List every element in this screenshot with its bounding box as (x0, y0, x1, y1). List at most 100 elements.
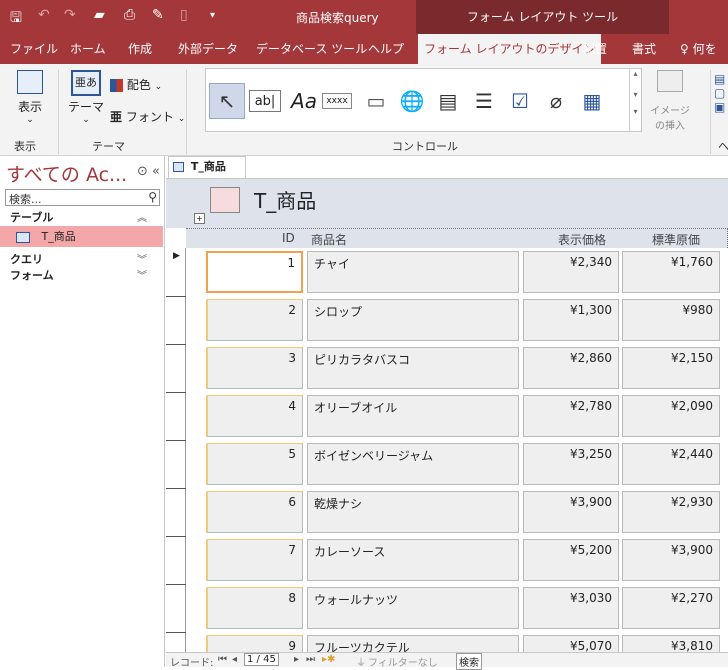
first-record-icon[interactable]: ⏮ (218, 654, 227, 665)
gallery-scrollbar[interactable]: ▴ ▾ ▾ (629, 69, 641, 131)
combo-box-icon[interactable]: ▦ (574, 83, 610, 119)
price-cell[interactable]: ¥5,200 (523, 539, 619, 581)
save-as-icon[interactable]: ▯ (180, 7, 188, 23)
name-cell[interactable]: ボイゼンベリージャム (307, 443, 519, 485)
cost-cell[interactable]: ¥2,930 (622, 491, 720, 533)
redo-icon[interactable]: ↷ (64, 7, 76, 23)
price-cell[interactable]: ¥2,780 (523, 395, 619, 437)
save-icon[interactable]: 🖫 (10, 7, 22, 31)
tell-me-search[interactable]: ♀ 何を (680, 34, 717, 64)
name-cell[interactable]: チャイ (307, 251, 519, 293)
tab-arrange[interactable]: 配置 (583, 34, 607, 64)
image-insert-button[interactable]: イメージ の挿入 (648, 70, 692, 132)
color-button[interactable]: 配色 ⌄ (110, 76, 162, 93)
new-record-icon[interactable]: ▸✱ (322, 654, 335, 665)
cost-cell[interactable]: ¥980 (622, 299, 720, 341)
price-cell[interactable]: ¥5,070 (523, 635, 619, 653)
column-header-price[interactable]: 表示価格 (558, 231, 606, 248)
column-header-name[interactable]: 商品名 (311, 231, 347, 248)
tab-home[interactable]: ホーム (70, 34, 106, 64)
cost-cell[interactable]: ¥3,900 (622, 539, 720, 581)
nav-search-input[interactable]: 検索... ⚲ (5, 189, 160, 206)
nav-menu-chevron-icon[interactable]: ⊙ (137, 164, 148, 179)
price-cell[interactable]: ¥2,340 (523, 251, 619, 293)
price-cell[interactable]: ¥3,900 (523, 491, 619, 533)
format-painter-icon[interactable]: ✎ (152, 7, 164, 23)
cost-cell[interactable]: ¥1,760 (622, 251, 720, 293)
id-cell[interactable]: 8 (206, 587, 303, 629)
table-row[interactable]: 5 ボイゼンベリージャム ¥3,250 ¥2,440 (186, 440, 728, 488)
table-row[interactable]: 1 チャイ ¥2,340 ¥1,760 (186, 248, 728, 296)
id-cell[interactable]: 7 (206, 539, 303, 581)
name-cell[interactable]: カレーソース (307, 539, 519, 581)
name-cell[interactable]: オリーブオイル (307, 395, 519, 437)
record-selector-column[interactable]: ▶ (166, 248, 186, 653)
name-cell[interactable]: ウォールナッツ (307, 587, 519, 629)
view-button[interactable]: 表示 ⌄ (10, 70, 50, 125)
id-cell[interactable]: 1 (206, 251, 303, 293)
textbox-control-icon[interactable]: ab| (249, 90, 281, 112)
nav-group-tables[interactable]: テーブル ︽ (10, 209, 155, 225)
select-pointer-icon[interactable]: ↖ (209, 83, 245, 119)
label-control-icon[interactable]: Aa (286, 83, 322, 119)
web-browser-control-icon[interactable]: ▤ (430, 83, 466, 119)
layout-move-handle-icon[interactable]: + (194, 213, 205, 224)
table-row[interactable]: 4 オリーブオイル ¥2,780 ¥2,090 (186, 392, 728, 440)
next-record-icon[interactable]: ▸ (294, 654, 299, 665)
cost-cell[interactable]: ¥3,810 (622, 635, 720, 653)
document-tab[interactable]: T_商品 (168, 156, 246, 178)
tab-create[interactable]: 作成 (128, 34, 152, 64)
table-row[interactable]: 7 カレーソース ¥5,200 ¥3,900 (186, 536, 728, 584)
name-cell[interactable]: 乾燥ナシ (307, 491, 519, 533)
id-cell[interactable]: 6 (206, 491, 303, 533)
nav-collapse-icon[interactable]: « (152, 164, 160, 179)
undo-icon[interactable]: ↶ (38, 7, 50, 23)
table-row[interactable]: 6 乾燥ナシ ¥3,900 ¥2,930 (186, 488, 728, 536)
table-row[interactable]: 9 フルーツカクテル ¥5,070 ¥3,810 (186, 632, 728, 653)
font-button[interactable]: 亜 フォント ⌄ (110, 108, 185, 125)
nav-group-queries[interactable]: クエリ ︾ (10, 251, 155, 267)
table-row[interactable]: 3 ピリカラタバスコ ¥2,860 ¥2,150 (186, 344, 728, 392)
header-footer-icons[interactable]: ▤ ▢ ▣ (714, 72, 725, 114)
table-row[interactable]: 8 ウォールナッツ ¥3,030 ¥2,270 (186, 584, 728, 632)
tab-form-layout-design[interactable]: フォーム レイアウトのデザイン (418, 34, 602, 64)
open-folder-icon[interactable]: ▰ (94, 7, 105, 23)
price-cell[interactable]: ¥2,860 (523, 347, 619, 389)
attachment-icon[interactable]: ⌀ (538, 83, 574, 119)
column-header-id[interactable]: ID (282, 231, 295, 245)
name-cell[interactable]: ピリカラタバスコ (307, 347, 519, 389)
id-cell[interactable]: 2 (206, 299, 303, 341)
cost-cell[interactable]: ¥2,440 (622, 443, 720, 485)
cost-cell[interactable]: ¥2,150 (622, 347, 720, 389)
customize-qat-icon[interactable]: ▾ (210, 10, 215, 21)
tab-external-data[interactable]: 外部データ (178, 34, 238, 64)
navigation-control-icon[interactable]: ☰ (466, 83, 502, 119)
theme-button[interactable]: 亜あ テーマ ⌄ (66, 70, 106, 125)
column-header-cost[interactable]: 標準原価 (652, 231, 700, 248)
record-search-input[interactable]: 検索 (456, 653, 482, 670)
tab-help[interactable]: ヘルプ (368, 34, 404, 64)
prev-record-icon[interactable]: ◂ (232, 654, 237, 665)
id-cell[interactable]: 5 (206, 443, 303, 485)
sidebar-item-table-products[interactable]: T_商品 (0, 226, 163, 247)
tab-format[interactable]: 書式 (632, 34, 656, 64)
checkbox-control-icon[interactable]: ☑ (502, 83, 538, 119)
search-icon[interactable]: ⚲ (148, 190, 157, 204)
tab-database-tools[interactable]: データベース ツール (256, 34, 367, 64)
cost-cell[interactable]: ¥2,270 (622, 587, 720, 629)
name-cell[interactable]: フルーツカクテル (307, 635, 519, 653)
record-position-input[interactable]: 1 / 45 (244, 653, 279, 666)
price-cell[interactable]: ¥3,030 (523, 587, 619, 629)
tab-file[interactable]: ファイル (10, 34, 58, 64)
id-cell[interactable]: 9 (206, 635, 303, 653)
table-row[interactable]: 2 シロップ ¥1,300 ¥980 (186, 296, 728, 344)
price-cell[interactable]: ¥1,300 (523, 299, 619, 341)
id-cell[interactable]: 3 (206, 347, 303, 389)
hyperlink-icon[interactable]: 🌐 (394, 83, 430, 119)
tab-control-icon[interactable]: ▭ (358, 83, 394, 119)
last-record-icon[interactable]: ⏭ (306, 654, 315, 665)
price-cell[interactable]: ¥3,250 (523, 443, 619, 485)
nav-group-forms[interactable]: フォーム ︾ (10, 267, 155, 283)
cost-cell[interactable]: ¥2,090 (622, 395, 720, 437)
name-cell[interactable]: シロップ (307, 299, 519, 341)
